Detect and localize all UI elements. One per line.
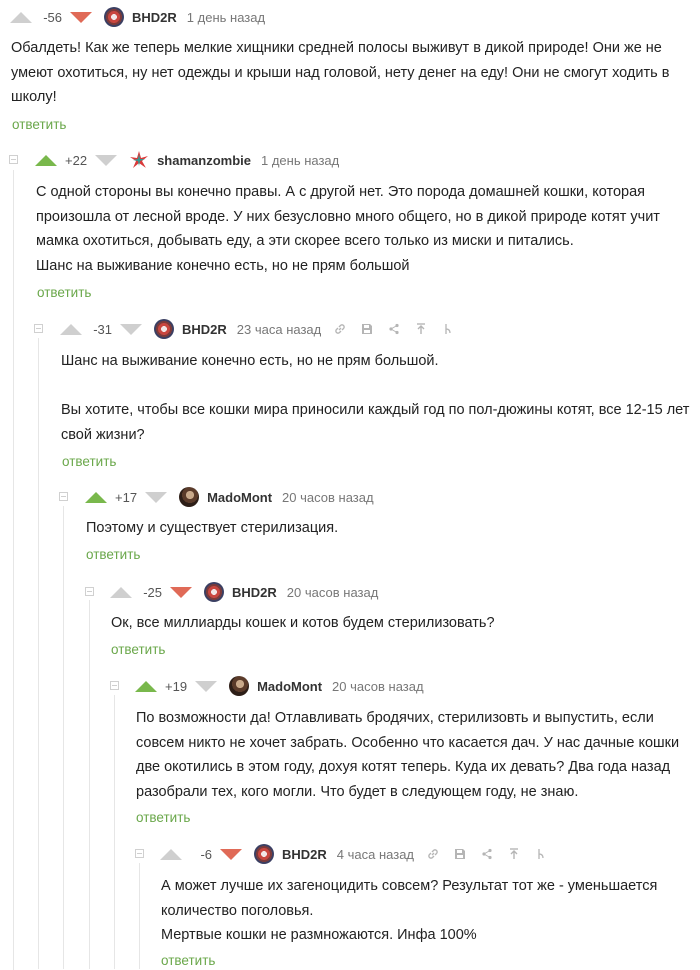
- comment-paragraph: [61, 374, 691, 399]
- reply-link[interactable]: ответить: [12, 117, 66, 132]
- comment-rating: -56: [43, 9, 62, 25]
- comment-text: Поэтому и существует стерилизация.: [86, 516, 686, 541]
- avatar[interactable]: [129, 150, 150, 170]
- thread-line[interactable]: [114, 695, 115, 969]
- avatar[interactable]: [254, 844, 274, 864]
- avatar-image: [130, 151, 149, 168]
- comment-tools: [426, 848, 547, 861]
- link-icon[interactable]: [333, 323, 346, 336]
- comment-text: А может лучше их загеноцидить совсем? Ре…: [161, 874, 691, 948]
- reply-link[interactable]: ответить: [161, 953, 215, 968]
- comment-header: -31 BHD2R 23 часа назад: [60, 317, 454, 341]
- collapse-button[interactable]: [34, 324, 43, 333]
- comment-time[interactable]: 20 часов назад: [332, 679, 424, 694]
- comment-author[interactable]: BHD2R: [182, 322, 227, 337]
- go-to-parent-icon[interactable]: [414, 323, 427, 336]
- upvote-button[interactable]: [110, 586, 132, 598]
- collapse-button[interactable]: [85, 587, 94, 596]
- thread-line[interactable]: [63, 506, 64, 969]
- thread-line[interactable]: [89, 600, 90, 969]
- comment-header: +22 shamanzombie 1 день назад: [35, 148, 339, 172]
- collapse-button[interactable]: [110, 681, 119, 690]
- comment-author[interactable]: shamanzombie: [157, 153, 251, 168]
- upvote-button[interactable]: [135, 680, 157, 692]
- upvote-button[interactable]: [35, 154, 57, 166]
- upvote-button[interactable]: [60, 323, 82, 335]
- reply-link[interactable]: ответить: [37, 285, 91, 300]
- save-icon[interactable]: [453, 848, 466, 861]
- thread-line[interactable]: [139, 863, 140, 969]
- downvote-button[interactable]: [195, 680, 218, 692]
- comment-paragraph: Шанс на выживание конечно есть, но не пр…: [36, 257, 410, 274]
- comment-author[interactable]: MadoMont: [257, 679, 322, 694]
- comment-time[interactable]: 20 часов назад: [287, 585, 379, 600]
- comment-tools: [333, 323, 454, 336]
- comment-rating: +22: [65, 152, 88, 168]
- comment-paragraph: Мертвые кошки не размножаются. Инфа 100%: [161, 927, 477, 943]
- comment-rating: +19: [165, 678, 188, 694]
- avatar[interactable]: [179, 487, 200, 507]
- comment-author[interactable]: BHD2R: [232, 585, 277, 600]
- comment-paragraph: А может лучше их загеноцидить совсем? Ре…: [161, 878, 658, 919]
- link-icon[interactable]: [426, 848, 439, 861]
- comment-paragraph: По возможности да! Отлавливать бродячих,…: [136, 710, 680, 800]
- avatar[interactable]: [204, 582, 224, 602]
- comment-paragraph: Обалдеть! Как же теперь мелкие хищники с…: [11, 40, 670, 105]
- avatar[interactable]: [229, 676, 250, 696]
- comment-paragraph: Шанс на выживание конечно есть, но не пр…: [61, 353, 439, 369]
- collapse-button[interactable]: [9, 155, 18, 164]
- downvote-button[interactable]: [170, 586, 192, 598]
- save-icon[interactable]: [360, 323, 373, 336]
- comment-paragraph: Ок, все миллиарды кошек и котов будем ст…: [111, 615, 495, 631]
- collapse-button[interactable]: [135, 849, 144, 858]
- comment-author[interactable]: MadoMont: [207, 490, 272, 505]
- branch-icon[interactable]: [534, 848, 547, 861]
- comment-text: С одной стороны вы конечно правы. А с др…: [36, 180, 686, 278]
- comment-rating: +17: [115, 489, 138, 505]
- comment-time[interactable]: 20 часов назад: [282, 490, 374, 505]
- comment-paragraph: Поэтому и существует стерилизация.: [86, 520, 339, 536]
- comment-header: -25 BHD2R 20 часов назад: [110, 580, 378, 604]
- comment-header: -6 BHD2R 4 часа назад: [160, 842, 547, 866]
- downvote-button[interactable]: [70, 11, 92, 23]
- reply-link[interactable]: ответить: [136, 810, 190, 825]
- comment-rating: -31: [93, 321, 112, 337]
- thread-line[interactable]: [38, 338, 39, 969]
- reply-link[interactable]: ответить: [62, 454, 116, 469]
- avatar[interactable]: [154, 319, 174, 339]
- avatar[interactable]: [104, 7, 124, 27]
- comment-header: +17 MadoMont 20 часов назад: [85, 485, 374, 509]
- comment-header: +19 MadoMont 20 часов назад: [135, 674, 424, 698]
- comment-time[interactable]: 1 день назад: [187, 10, 265, 25]
- upvote-button[interactable]: [10, 11, 32, 23]
- comment-text: Обалдеть! Как же теперь мелкие хищники с…: [11, 36, 691, 110]
- reply-link[interactable]: ответить: [111, 642, 165, 657]
- share-icon[interactable]: [387, 323, 400, 336]
- downvote-button[interactable]: [145, 491, 168, 503]
- comment-header: -56 BHD2R 1 день назад: [10, 5, 265, 29]
- comment-author[interactable]: BHD2R: [282, 847, 327, 862]
- comment-paragraph: С одной стороны вы конечно правы. А с др…: [36, 184, 660, 249]
- comment-time[interactable]: 1 день назад: [261, 153, 339, 168]
- comment-time[interactable]: 23 часа назад: [237, 322, 321, 337]
- comment-text: Шанс на выживание конечно есть, но не пр…: [61, 349, 691, 447]
- downvote-button[interactable]: [95, 154, 118, 166]
- comment-rating: -25: [143, 584, 162, 600]
- comment-text: Ок, все миллиарды кошек и котов будем ст…: [111, 611, 681, 636]
- comment-author[interactable]: BHD2R: [132, 10, 177, 25]
- comment-rating: -6: [200, 846, 212, 862]
- comment-text: По возможности да! Отлавливать бродячих,…: [136, 706, 691, 804]
- upvote-button[interactable]: [160, 848, 182, 860]
- thread-line[interactable]: [13, 170, 14, 970]
- comment-time[interactable]: 4 часа назад: [337, 847, 414, 862]
- go-to-parent-icon[interactable]: [507, 848, 520, 861]
- comment-paragraph: Вы хотите, чтобы все кошки мира приносил…: [61, 402, 690, 443]
- collapse-button[interactable]: [59, 492, 68, 501]
- downvote-button[interactable]: [220, 848, 242, 860]
- share-icon[interactable]: [480, 848, 493, 861]
- upvote-button[interactable]: [85, 491, 107, 503]
- reply-link[interactable]: ответить: [86, 547, 140, 562]
- downvote-button[interactable]: [120, 323, 142, 335]
- branch-icon[interactable]: [441, 323, 454, 336]
